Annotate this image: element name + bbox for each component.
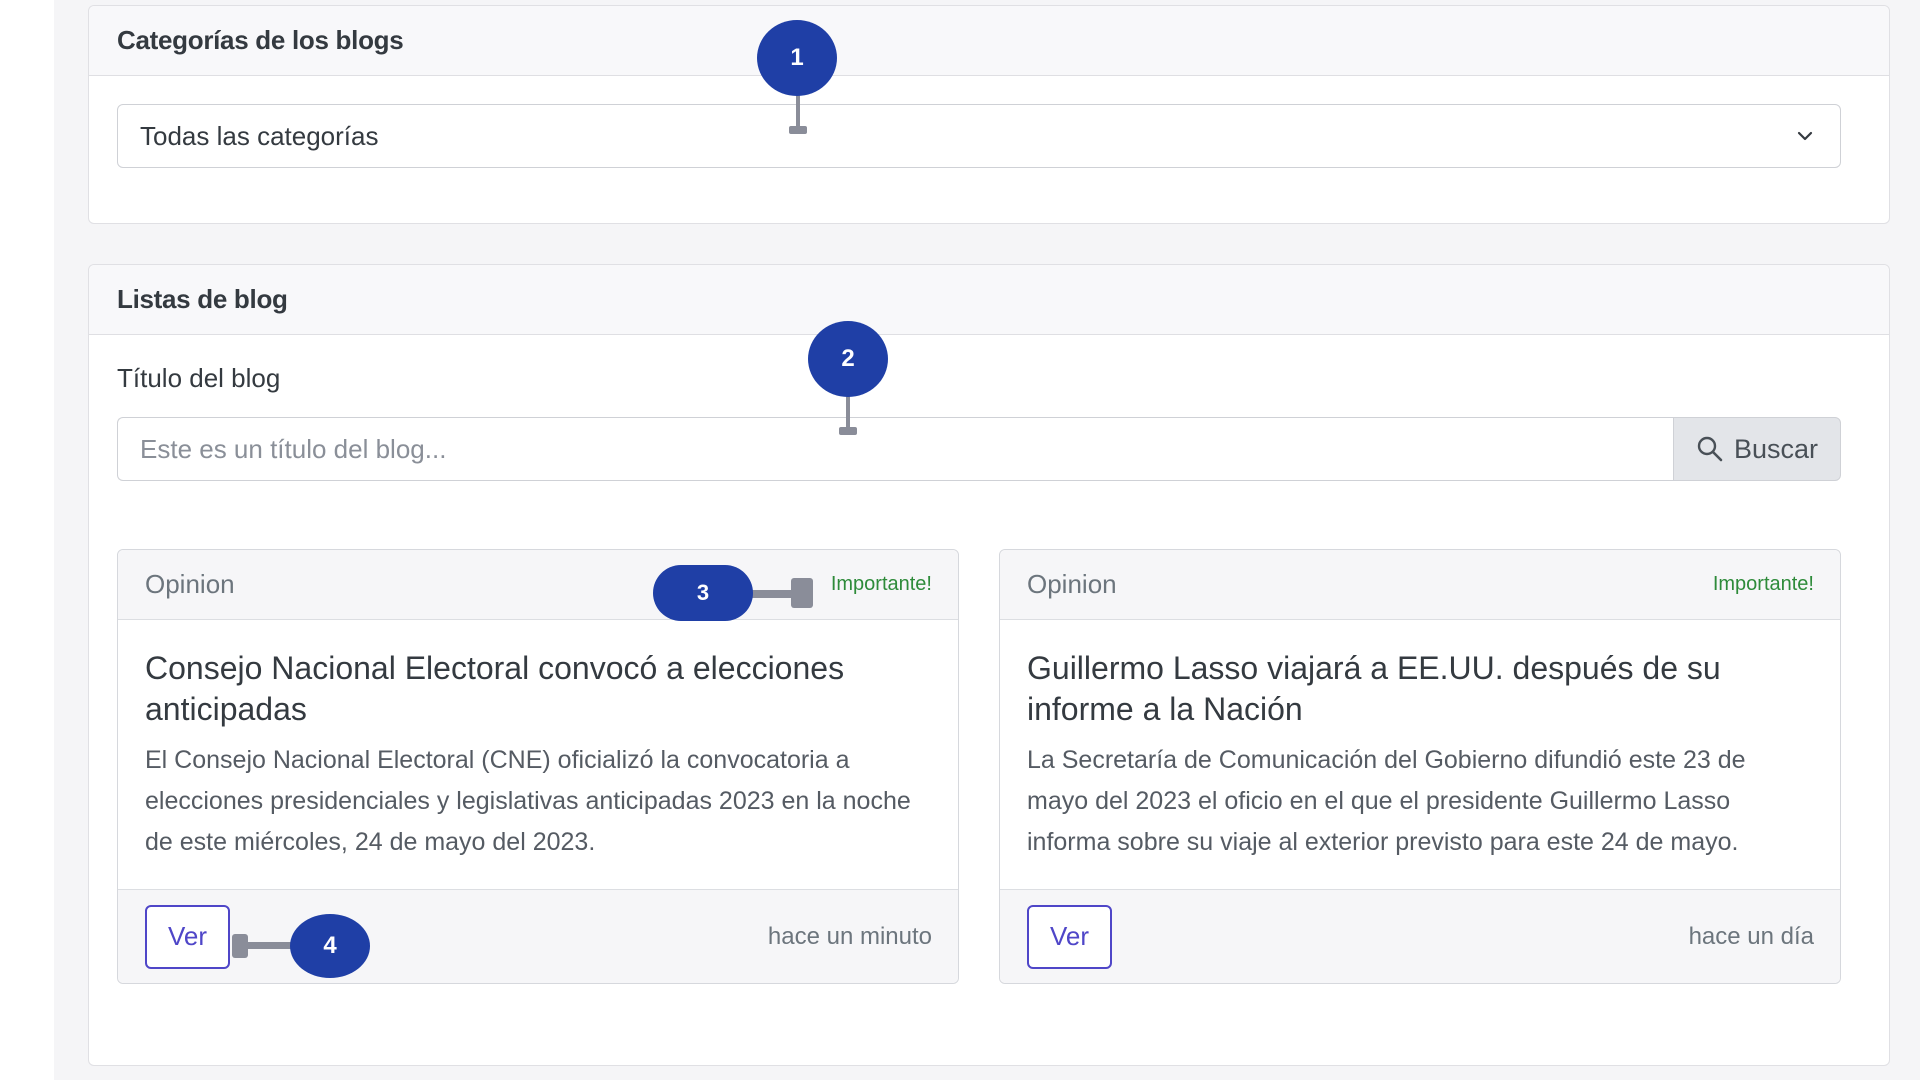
annotation-pointer-3 [751, 590, 793, 598]
blog-excerpt: La Secretaría de Comunicación del Gobier… [1027, 746, 1746, 856]
blog-card: Opinion Importante! Guillermo Lasso viaj… [999, 549, 1841, 984]
categories-card: Categorías de los blogs Todas las catego… [88, 5, 1890, 224]
blog-title-label: Título del blog [117, 363, 281, 393]
annotation-pointer-tip-4 [232, 934, 248, 958]
annotation-pointer-tip-2 [839, 427, 857, 435]
blog-timestamp: hace un día [1688, 922, 1814, 950]
categories-card-title: Categorías de los blogs [117, 25, 404, 55]
chevron-down-icon [1797, 131, 1813, 141]
blog-category: Opinion [145, 569, 235, 599]
blog-card-header: Opinion Importante! [118, 550, 958, 620]
annotation-pointer-4 [245, 942, 293, 949]
blog-card: Opinion Importante! Consejo Nacional Ele… [117, 549, 959, 984]
blog-list-card-title: Listas de blog [117, 284, 288, 314]
search-icon [1697, 436, 1723, 462]
blog-title: Guillermo Lasso viajará a EE.UU. después… [1027, 650, 1721, 727]
blog-excerpt: El Consejo Nacional Electoral (CNE) ofic… [145, 746, 911, 856]
important-badge: Importante! [1712, 573, 1814, 595]
annotation-marker-4: 4 [290, 914, 370, 978]
annotation-pointer-1 [796, 94, 800, 130]
annotation-marker-3: 3 [653, 565, 753, 621]
important-badge: Importante! [830, 573, 932, 595]
blog-timestamp: hace un minuto [767, 922, 932, 950]
blog-category: Opinion [1027, 569, 1117, 599]
blog-search-group: Buscar [117, 417, 1841, 481]
category-select[interactable]: Todas las categorías [117, 104, 1841, 168]
category-select-value: Todas las categorías [140, 120, 379, 151]
view-blog-button[interactable]: Ver [145, 904, 230, 969]
search-button[interactable]: Buscar [1673, 417, 1841, 481]
annotation-pointer-tip-3 [791, 578, 813, 608]
annotation-pointer-2 [846, 395, 850, 431]
blog-title-search-input[interactable] [117, 417, 1673, 481]
blog-card-body: Consejo Nacional Electoral convocó a ele… [118, 620, 958, 863]
annotation-pointer-tip-1 [789, 126, 807, 134]
blog-list-card-header: Listas de blog [89, 265, 1889, 335]
blog-card-body: Guillermo Lasso viajará a EE.UU. después… [1000, 620, 1840, 863]
blog-title: Consejo Nacional Electoral convocó a ele… [145, 650, 845, 727]
search-button-label: Buscar [1733, 433, 1819, 464]
blog-card-header: Opinion Importante! [1000, 550, 1840, 620]
blog-card-footer: Ver hace un día [1000, 889, 1840, 983]
view-blog-button[interactable]: Ver [1027, 904, 1112, 969]
categories-card-header: Categorías de los blogs [89, 6, 1889, 76]
annotation-marker-1: 1 [757, 20, 837, 96]
annotation-marker-2: 2 [808, 321, 888, 397]
